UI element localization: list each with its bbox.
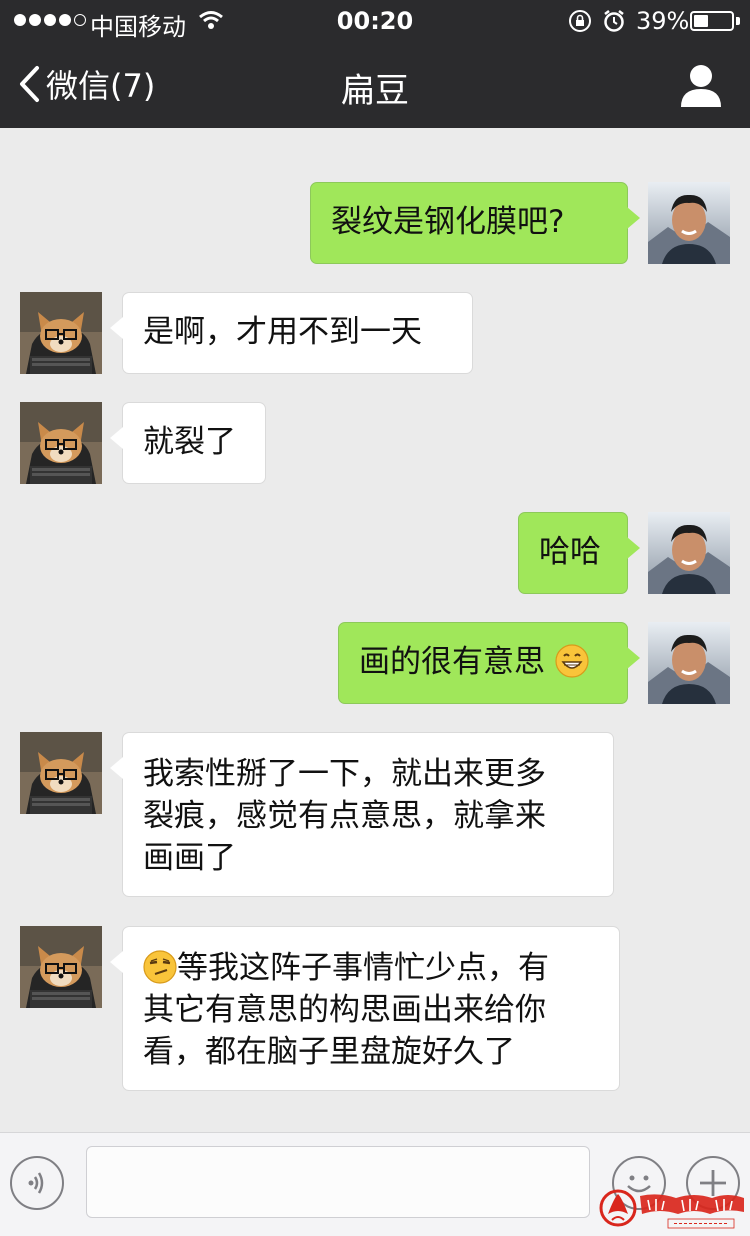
message-line: 等我这阵子事情忙少点，有: [177, 950, 549, 986]
status-bar: 中国移动 00:20 39%: [0, 0, 750, 42]
chat-info-button[interactable]: [676, 62, 726, 110]
message-text: 是啊，才用不到一天: [143, 314, 422, 350]
battery-icon: [690, 11, 734, 31]
contact-message-bubble[interactable]: 是啊，才用不到一天: [110, 292, 473, 374]
grin-emoji-icon: [555, 644, 589, 678]
my-message-bubble[interactable]: 哈哈: [518, 512, 640, 594]
contact-message-bubble[interactable]: 我索性掰了一下，就出来更多 裂痕，感觉有点意思，就拿来 画画了: [110, 732, 614, 897]
my-message-bubble[interactable]: 裂纹是钢化膜吧?: [310, 182, 640, 264]
back-button[interactable]: 微信(7): [18, 62, 155, 106]
rotation-lock-icon: [568, 9, 592, 39]
contact-avatar[interactable]: [20, 292, 102, 374]
voice-input-button[interactable]: [10, 1156, 64, 1210]
my-avatar[interactable]: [648, 182, 730, 264]
contact-avatar[interactable]: [20, 402, 102, 484]
message-line: 画画了: [143, 840, 236, 876]
message-text: 画的很有意思: [359, 644, 545, 680]
message-input[interactable]: [86, 1146, 590, 1218]
alarm-icon: [602, 9, 626, 39]
contact-avatar[interactable]: [20, 926, 102, 1008]
message-list[interactable]: 裂纹是钢化膜吧? 是啊，才用不到一天 就裂了 哈哈 画的很有意思 我索性掰了一下…: [0, 128, 750, 1132]
my-avatar[interactable]: [648, 622, 730, 704]
smirk-emoji-icon: [143, 950, 177, 984]
nav-bar: 微信(7) 扁豆: [0, 42, 750, 128]
person-icon: [681, 65, 721, 107]
message-line: 其它有意思的构思画出来给你: [143, 992, 546, 1028]
watermark-logo: [598, 1186, 746, 1230]
message-line: 看，都在脑子里盘旋好久了: [143, 1034, 515, 1070]
contact-message-bubble[interactable]: 就裂了: [110, 402, 266, 484]
my-avatar[interactable]: [648, 512, 730, 594]
chevron-left-icon: [20, 66, 39, 102]
battery-tip: [736, 17, 740, 25]
message-text: 哈哈: [539, 534, 601, 570]
message-line: 裂痕，感觉有点意思，就拿来: [143, 798, 546, 834]
message-line: 我索性掰了一下，就出来更多: [143, 756, 546, 792]
voice-icon: [28, 1172, 44, 1194]
contact-message-bubble[interactable]: 等我这阵子事情忙少点，有 其它有意思的构思画出来给你 看，都在脑子里盘旋好久了: [110, 926, 620, 1091]
battery-percent: 39%: [636, 7, 690, 35]
message-text: 就裂了: [143, 424, 236, 460]
contact-avatar[interactable]: [20, 732, 102, 814]
back-button-label: 微信(7): [46, 67, 156, 105]
message-text: 裂纹是钢化膜吧?: [331, 204, 565, 240]
battery-level-fill: [694, 15, 708, 27]
my-message-bubble[interactable]: 画的很有意思: [338, 622, 640, 704]
